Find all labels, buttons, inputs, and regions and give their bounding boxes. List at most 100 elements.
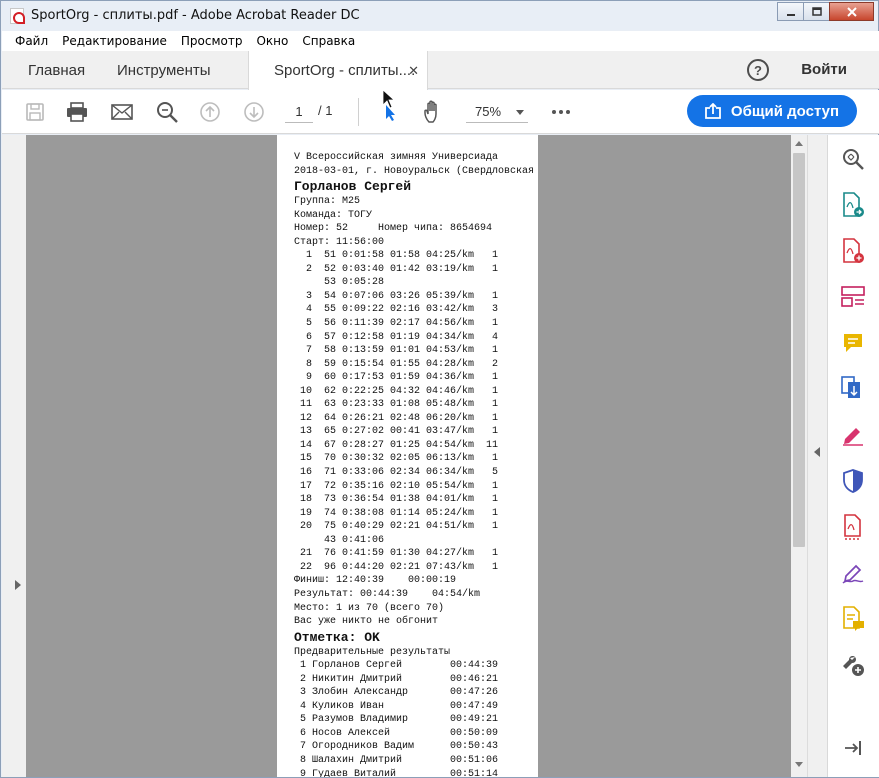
menu-help[interactable]: Справка bbox=[295, 34, 362, 48]
zoom-select[interactable]: 75% bbox=[466, 101, 528, 123]
hand-icon[interactable] bbox=[421, 99, 447, 125]
maximize-icon bbox=[811, 6, 822, 16]
document-line: 9 60 0:17:53 01:59 04:36/km 1 bbox=[294, 372, 499, 384]
organize-pages-icon[interactable] bbox=[840, 284, 866, 310]
chevron-left-icon bbox=[814, 447, 820, 457]
page-total: / 1 bbox=[318, 103, 333, 118]
tab-home[interactable]: Главная bbox=[28, 51, 85, 89]
email-icon[interactable] bbox=[109, 99, 135, 125]
signin-button[interactable]: Войти bbox=[801, 61, 847, 78]
tab-close-icon[interactable]: ✕ bbox=[408, 63, 419, 79]
document-line: Предварительные результаты bbox=[294, 646, 451, 658]
maximize-button[interactable] bbox=[803, 2, 830, 21]
document-line: 6 Носов Алексей 00:50:09 bbox=[294, 727, 499, 739]
pdf-page: V Всероссийская зимняя Универсиада 2018-0… bbox=[277, 135, 538, 777]
document-line: 12 64 0:26:21 02:48 06:20/km 1 bbox=[294, 412, 499, 424]
document-line: 16 71 0:33:06 02:34 06:34/km 5 bbox=[294, 467, 499, 479]
document-line: 8 Шалахин Дмитрий 00:51:06 bbox=[294, 754, 499, 766]
minimize-button[interactable] bbox=[777, 2, 804, 21]
collapse-panel-icon[interactable] bbox=[840, 735, 866, 761]
share-icon bbox=[705, 103, 721, 119]
document-line: 2 Никитин Дмитрий 00:46:21 bbox=[294, 673, 499, 685]
right-panel-toggle[interactable] bbox=[807, 135, 827, 777]
protect-icon[interactable] bbox=[840, 468, 866, 494]
menu-window[interactable]: Окно bbox=[249, 34, 295, 48]
document-line: 10 62 0:22:25 04:32 04:46/km 1 bbox=[294, 385, 499, 397]
chevron-down-icon bbox=[516, 110, 524, 115]
toolbar: 1 / 1 75% Общий доступ bbox=[2, 89, 879, 134]
document-line: 13 65 0:27:02 00:41 03:47/km 1 bbox=[294, 426, 499, 438]
document-line: 7 Огородников Вадим 00:50:43 bbox=[294, 741, 499, 753]
document-line: Вас уже никто не обгонит bbox=[294, 616, 439, 628]
document-line: 3 54 0:07:06 03:26 05:39/km 1 bbox=[294, 290, 499, 302]
document-line: 7 58 0:13:59 01:01 04:53/km 1 bbox=[294, 345, 499, 357]
document-line: Результат: 00:44:39 04:54/km bbox=[294, 588, 481, 600]
window-title: SportOrg - сплиты.pdf - Adobe Acrobat Re… bbox=[31, 8, 360, 23]
tools-pane bbox=[827, 135, 879, 777]
toolbar-divider bbox=[358, 98, 359, 126]
create-pdf-icon[interactable] bbox=[840, 238, 866, 264]
document-viewer[interactable]: V Всероссийская зимняя Универсиада 2018-0… bbox=[26, 135, 791, 777]
pdf-page-text: V Всероссийская зимняя Универсиада 2018-0… bbox=[294, 151, 534, 777]
sign-icon[interactable] bbox=[840, 560, 866, 586]
fill-sign-icon[interactable] bbox=[840, 422, 866, 448]
document-line: 3 Злобин Александр 00:47:26 bbox=[294, 687, 499, 699]
document-line: 19 74 0:38:08 01:14 05:24/km 1 bbox=[294, 507, 499, 519]
menu-file[interactable]: Файл bbox=[8, 34, 55, 48]
tab-document[interactable]: SportOrg - сплиты.... ✕ bbox=[248, 51, 428, 90]
more-tools-icon[interactable] bbox=[840, 652, 866, 678]
document-line: 6 57 0:12:58 01:19 04:34/km 4 bbox=[294, 331, 499, 343]
document-line: 15 70 0:30:32 02:05 06:13/km 1 bbox=[294, 453, 499, 465]
document-line: 18 73 0:36:54 01:38 04:01/km 1 bbox=[294, 494, 499, 506]
document-line: 4 Куликов Иван 00:47:49 bbox=[294, 700, 499, 712]
document-line: Старт: 11:56:00 bbox=[294, 236, 385, 248]
page-up-icon[interactable] bbox=[197, 99, 223, 125]
document-line: Номер: 52 Номер чипа: 8654694 bbox=[294, 223, 493, 235]
left-panel-toggle[interactable] bbox=[2, 135, 26, 777]
document-line: 1 51 0:01:58 01:58 04:25/km 1 bbox=[294, 250, 499, 262]
document-line: 21 76 0:41:59 01:30 04:27/km 1 bbox=[294, 548, 499, 560]
scroll-down-arrow-icon[interactable] bbox=[795, 762, 803, 767]
window-controls bbox=[777, 2, 874, 22]
document-line: 22 96 0:44:20 02:21 07:43/km 1 bbox=[294, 561, 499, 573]
vertical-scrollbar[interactable] bbox=[791, 135, 807, 777]
print-icon[interactable] bbox=[64, 99, 90, 125]
pdf-app-icon bbox=[10, 8, 25, 24]
page-down-icon[interactable] bbox=[241, 99, 267, 125]
save-icon[interactable] bbox=[22, 99, 48, 125]
tab-tools[interactable]: Инструменты bbox=[117, 51, 211, 89]
scroll-up-arrow-icon[interactable] bbox=[795, 141, 803, 146]
more-icon[interactable] bbox=[548, 99, 574, 125]
zoom-fit-icon[interactable] bbox=[840, 146, 866, 172]
document-line: 20 75 0:40:29 02:21 04:51/km 1 bbox=[294, 521, 499, 533]
close-icon bbox=[846, 6, 857, 17]
menu-edit[interactable]: Редактирование bbox=[55, 34, 174, 48]
send-review-icon[interactable] bbox=[840, 606, 866, 632]
tab-document-label: SportOrg - сплиты.... bbox=[274, 62, 416, 79]
search-icon[interactable] bbox=[154, 99, 180, 125]
document-line: Место: 1 из 70 (всего 70) bbox=[294, 602, 445, 614]
pdf-optimize-icon[interactable] bbox=[840, 514, 866, 540]
document-line: Команда: ТОГУ bbox=[294, 209, 373, 221]
select-cursor-icon[interactable] bbox=[377, 89, 403, 121]
scroll-thumb[interactable] bbox=[793, 153, 805, 547]
document-line: 5 Разумов Владимир 00:49:21 bbox=[294, 714, 499, 726]
zoom-value: 75% bbox=[475, 104, 502, 119]
document-line: 17 72 0:35:16 02:10 05:54/km 1 bbox=[294, 480, 499, 492]
page-number-input[interactable]: 1 bbox=[285, 101, 313, 123]
document-line: 9 Гудаев Виталий 00:51:14 bbox=[294, 768, 499, 777]
document-line: Группа: M25 bbox=[294, 196, 361, 208]
help-button[interactable]: ? bbox=[747, 59, 769, 81]
menu-bar: Файл Редактирование Просмотр Окно Справк… bbox=[2, 31, 879, 51]
menu-view[interactable]: Просмотр bbox=[174, 34, 250, 48]
comment-icon[interactable] bbox=[840, 330, 866, 356]
document-line: 4 55 0:09:22 02:16 03:42/km 3 bbox=[294, 304, 499, 316]
document-line: V Всероссийская зимняя Универсиада bbox=[294, 152, 499, 163]
chevron-right-icon bbox=[15, 580, 21, 590]
export-pdf-icon[interactable] bbox=[840, 192, 866, 218]
document-line: 14 67 0:28:27 01:25 04:54/km 11 bbox=[294, 439, 499, 451]
close-button[interactable] bbox=[829, 2, 874, 21]
title-bar: SportOrg - сплиты.pdf - Adobe Acrobat Re… bbox=[1, 1, 878, 30]
combine-files-icon[interactable] bbox=[840, 376, 866, 402]
share-button[interactable]: Общий доступ bbox=[687, 95, 857, 127]
